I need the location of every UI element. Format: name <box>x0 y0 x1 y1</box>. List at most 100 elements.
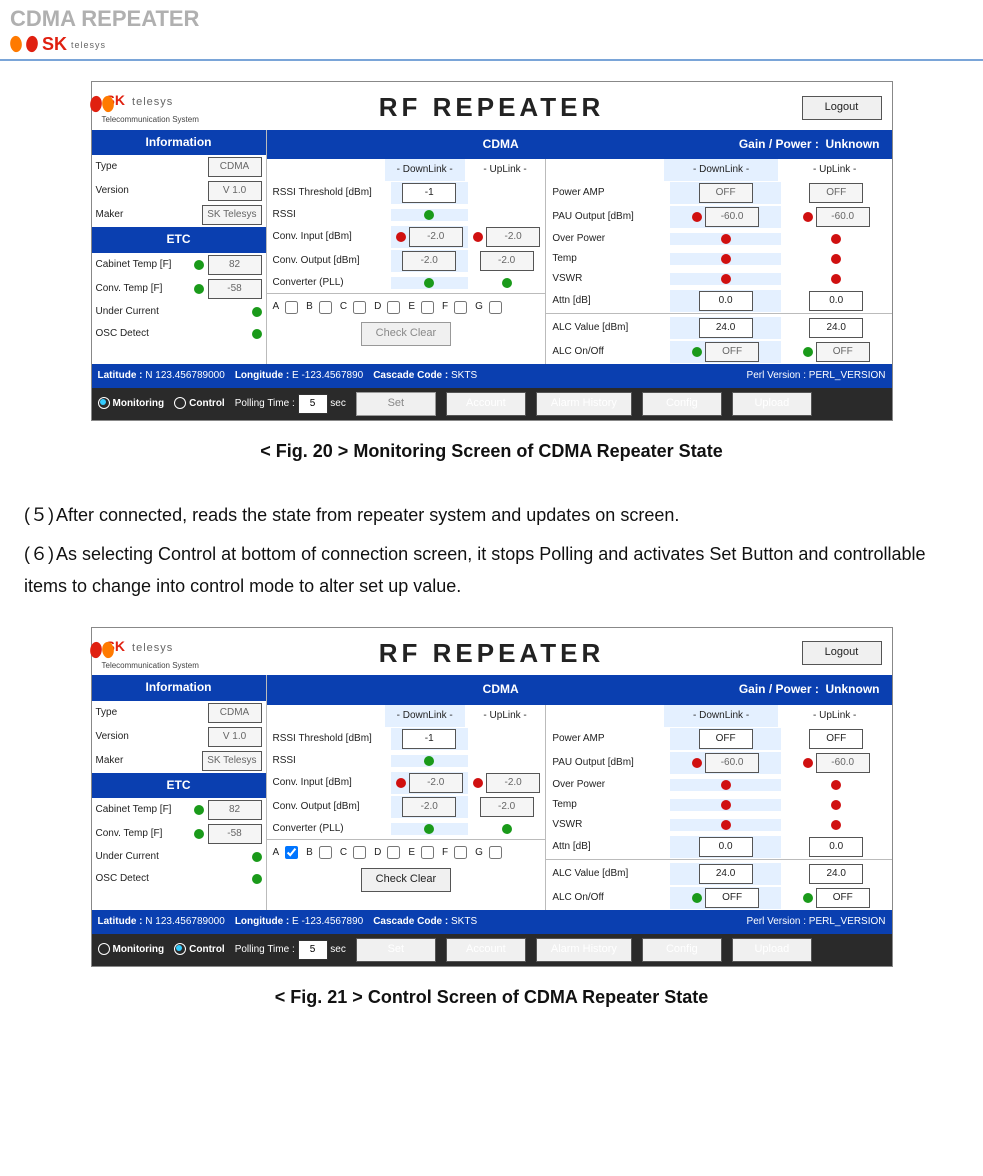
information-header: Information <box>92 130 266 156</box>
vswr-label: VSWR <box>546 270 670 288</box>
status-dot <box>473 232 483 242</box>
uplink-header: - UpLink - <box>778 159 892 181</box>
converter-pll-label: Converter (PLL) <box>267 274 391 292</box>
type-value: CDMA <box>208 703 262 723</box>
polling-time-input[interactable]: 5 <box>298 940 328 960</box>
config-button[interactable]: Config <box>642 392 722 416</box>
conv-output-label: Conv. Output [dBm] <box>267 252 391 270</box>
account-button[interactable]: Account <box>446 392 526 416</box>
footer-bar: Monitoring Control Polling Time : 5 sec … <box>92 388 892 420</box>
set-button[interactable]: Set <box>356 938 436 962</box>
power-amp-dl: OFF <box>699 183 753 203</box>
status-dot <box>396 232 406 242</box>
upload-button[interactable]: Upload <box>732 392 812 416</box>
band-select-row: A B C D E F G <box>267 293 546 320</box>
fig21-screenshot: SK telesys Telecommunication System RF R… <box>91 627 893 967</box>
status-dot <box>721 234 731 244</box>
monitoring-radio[interactable]: Monitoring <box>98 941 165 959</box>
set-button[interactable]: Set <box>356 392 436 416</box>
alc-onoff-label: ALC On/Off <box>546 343 670 361</box>
band-f-checkbox[interactable] <box>454 846 467 859</box>
rssi-threshold-dl[interactable]: -1 <box>402 729 456 749</box>
cdma-header: CDMA Gain / Power : Unknown <box>267 675 892 705</box>
maker-value: SK Telesys <box>202 751 261 771</box>
power-amp-dl[interactable]: OFF <box>699 729 753 749</box>
conv-input-ul: -2.0 <box>486 227 540 247</box>
osc-detect-label: OSC Detect <box>96 325 252 343</box>
conv-output-ul: -2.0 <box>480 251 534 271</box>
alc-onoff-ul[interactable]: OFF <box>816 888 870 908</box>
logout-button[interactable]: Logout <box>802 96 882 120</box>
butterfly-icon <box>10 36 38 54</box>
check-clear-button[interactable]: Check Clear <box>361 322 452 346</box>
power-amp-label: Power AMP <box>546 184 670 202</box>
alarm-history-button[interactable]: Alarm History <box>536 392 632 416</box>
attn-dl[interactable]: 0.0 <box>699 837 753 857</box>
band-c-checkbox[interactable] <box>353 846 366 859</box>
status-dot <box>721 254 731 264</box>
brand-logo: SK telesys <box>0 32 983 59</box>
logout-button[interactable]: Logout <box>802 641 882 665</box>
upload-button[interactable]: Upload <box>732 938 812 962</box>
polling-time-input[interactable]: 5 <box>298 394 328 414</box>
version-value: V 1.0 <box>208 181 262 201</box>
config-button[interactable]: Config <box>642 938 722 962</box>
alarm-history-button[interactable]: Alarm History <box>536 938 632 962</box>
conv-temp-label: Conv. Temp [F] <box>96 280 194 298</box>
status-dot <box>424 278 434 288</box>
status-dot <box>252 329 262 339</box>
band-a-checkbox[interactable] <box>285 846 298 859</box>
fig20-screenshot: SK telesys Telecommunication System RF R… <box>91 81 893 421</box>
control-radio[interactable]: Control <box>174 395 225 413</box>
monitoring-radio[interactable]: Monitoring <box>98 395 165 413</box>
status-dot <box>831 274 841 284</box>
account-button[interactable]: Account <box>446 938 526 962</box>
attn-ul[interactable]: 0.0 <box>809 291 863 311</box>
status-dot <box>803 212 813 222</box>
pau-output-dl: -60.0 <box>705 207 759 227</box>
alc-value-dl[interactable]: 24.0 <box>699 864 753 884</box>
para6-text: As selecting Control at bottom of connec… <box>24 544 926 596</box>
band-e-checkbox[interactable] <box>421 301 434 314</box>
band-d-checkbox[interactable] <box>387 846 400 859</box>
attn-dl[interactable]: 0.0 <box>699 291 753 311</box>
band-b-checkbox[interactable] <box>319 301 332 314</box>
fig20-caption: < Fig. 20 > Monitoring Screen of CDMA Re… <box>24 435 959 467</box>
header-rule <box>0 59 983 61</box>
shot-logo: SK telesys Telecommunication System <box>102 88 199 128</box>
status-dot <box>194 260 204 270</box>
status-dot <box>692 347 702 357</box>
control-radio[interactable]: Control <box>174 941 225 959</box>
brand-sub: telesys <box>71 40 106 50</box>
band-g-checkbox[interactable] <box>489 846 502 859</box>
alc-value-dl[interactable]: 24.0 <box>699 318 753 338</box>
attn-ul[interactable]: 0.0 <box>809 837 863 857</box>
para5-number: (５) <box>24 499 56 531</box>
band-b-checkbox[interactable] <box>319 846 332 859</box>
band-e-checkbox[interactable] <box>421 846 434 859</box>
band-select-row: A B C D E F G <box>267 839 546 866</box>
conv-input-dl: -2.0 <box>409 227 463 247</box>
alc-onoff-dl[interactable]: OFF <box>705 888 759 908</box>
temp-label: Temp <box>546 250 670 268</box>
band-a-checkbox[interactable] <box>285 301 298 314</box>
shot-title: RF REPEATER <box>92 84 892 131</box>
band-g-checkbox[interactable] <box>489 301 502 314</box>
alc-value-label: ALC Value [dBm] <box>546 319 670 337</box>
alc-value-ul[interactable]: 24.0 <box>809 864 863 884</box>
band-f-checkbox[interactable] <box>454 301 467 314</box>
para5-text: After connected, reads the state from re… <box>56 505 679 525</box>
footer-bar: Monitoring Control Polling Time : 5 sec … <box>92 934 892 966</box>
band-c-checkbox[interactable] <box>353 301 366 314</box>
downlink-header: - DownLink - <box>664 159 778 181</box>
check-clear-button[interactable]: Check Clear <box>361 868 452 892</box>
version-label: Version <box>96 182 208 200</box>
band-d-checkbox[interactable] <box>387 301 400 314</box>
power-amp-ul[interactable]: OFF <box>809 729 863 749</box>
alc-onoff-ul: OFF <box>816 342 870 362</box>
shot-title: RF REPEATER <box>92 630 892 677</box>
para6-number: (６) <box>24 538 56 570</box>
alc-value-ul[interactable]: 24.0 <box>809 318 863 338</box>
status-dot <box>194 284 204 294</box>
rssi-threshold-dl[interactable]: -1 <box>402 183 456 203</box>
